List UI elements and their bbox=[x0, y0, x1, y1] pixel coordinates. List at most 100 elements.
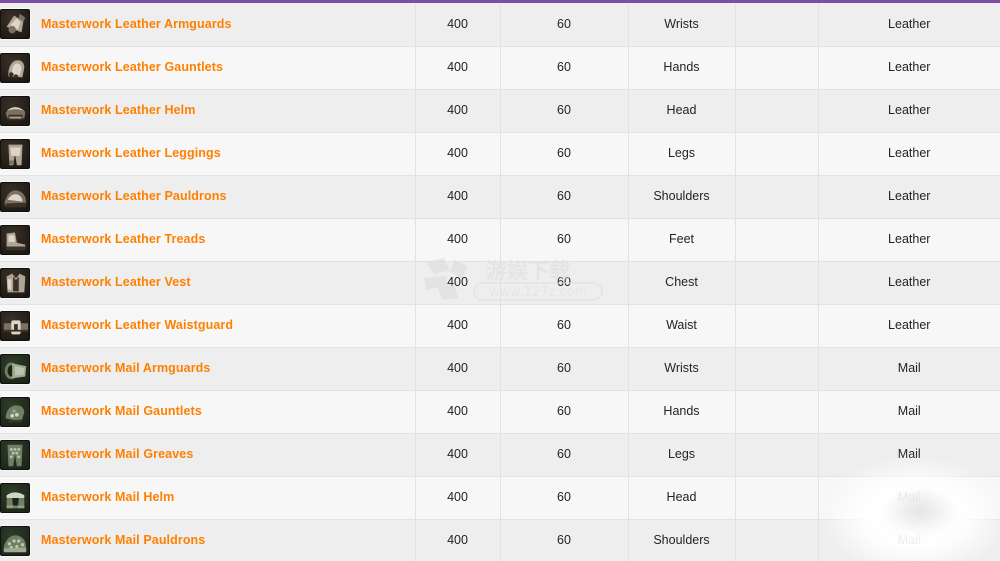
cell-level: 60 bbox=[500, 519, 629, 561]
cell-item-name: Masterwork Leather Pauldrons bbox=[0, 175, 416, 219]
cell-skill: 400 bbox=[415, 89, 501, 133]
leather-waistguard-icon[interactable] bbox=[0, 310, 30, 341]
cell-empty bbox=[735, 89, 819, 133]
table-row: Masterwork Mail Greaves 400 60 Legs Mail bbox=[0, 433, 1000, 477]
cell-slot: Hands bbox=[628, 390, 736, 434]
item-name-link[interactable]: Masterwork Leather Leggings bbox=[41, 146, 221, 161]
cell-empty bbox=[735, 261, 819, 305]
cell-item-name: Masterwork Leather Armguards bbox=[0, 3, 416, 47]
cell-type: Leather bbox=[818, 261, 1000, 305]
cell-type: Mail bbox=[818, 519, 1000, 561]
cell-slot: Chest bbox=[628, 261, 736, 305]
cell-empty bbox=[735, 132, 819, 176]
item-name-link[interactable]: Masterwork Mail Greaves bbox=[41, 447, 193, 462]
cell-empty bbox=[735, 476, 819, 520]
cell-level: 60 bbox=[500, 46, 629, 90]
leather-treads-icon[interactable] bbox=[0, 224, 30, 255]
item-name-link[interactable]: Masterwork Mail Gauntlets bbox=[41, 404, 202, 419]
mail-gauntlets-icon[interactable] bbox=[0, 396, 30, 427]
item-name-link[interactable]: Masterwork Mail Helm bbox=[41, 490, 174, 505]
cell-skill: 400 bbox=[415, 175, 501, 219]
cell-skill: 400 bbox=[415, 3, 501, 47]
item-name-link[interactable]: Masterwork Leather Helm bbox=[41, 103, 195, 118]
mail-armguards-icon[interactable] bbox=[0, 353, 30, 384]
cell-item-name: Masterwork Leather Vest bbox=[0, 261, 416, 305]
cell-level: 60 bbox=[500, 347, 629, 391]
cell-level: 60 bbox=[500, 3, 629, 47]
cell-slot: Legs bbox=[628, 433, 736, 477]
cell-slot: Legs bbox=[628, 132, 736, 176]
table-row: Masterwork Leather Treads 400 60 Feet Leathe… bbox=[0, 218, 1000, 262]
item-name-link[interactable]: Masterwork Leather Vest bbox=[41, 275, 191, 290]
table-row: Masterwork Leather Helm 400 60 Head Leather bbox=[0, 89, 1000, 133]
cell-item-name: Masterwork Mail Armguards bbox=[0, 347, 416, 391]
cell-skill: 400 bbox=[415, 476, 501, 520]
item-name-link[interactable]: Masterwork Leather Waistguard bbox=[41, 318, 233, 333]
item-table-page: Masterwork Leather Armguards 400 60 Wrists L… bbox=[0, 0, 1000, 561]
table-row: Masterwork Mail Pauldrons 400 60 Shoulders M… bbox=[0, 519, 1000, 561]
top-accent-rule bbox=[0, 0, 1000, 3]
cell-skill: 400 bbox=[415, 46, 501, 90]
cell-item-name: Masterwork Mail Greaves bbox=[0, 433, 416, 477]
leather-gauntlets-icon[interactable] bbox=[0, 52, 30, 83]
table-row: Masterwork Leather Pauldrons 400 60 Shoulde… bbox=[0, 175, 1000, 219]
cell-empty bbox=[735, 175, 819, 219]
cell-item-name: Masterwork Leather Treads bbox=[0, 218, 416, 262]
item-name-link[interactable]: Masterwork Mail Armguards bbox=[41, 361, 210, 376]
cell-item-name: Masterwork Leather Gauntlets bbox=[0, 46, 416, 90]
cell-skill: 400 bbox=[415, 218, 501, 262]
item-name-link[interactable]: Masterwork Leather Armguards bbox=[41, 17, 232, 32]
item-name-link[interactable]: Masterwork Leather Pauldrons bbox=[41, 189, 227, 204]
cell-level: 60 bbox=[500, 175, 629, 219]
cell-type: Leather bbox=[818, 175, 1000, 219]
cell-type: Leather bbox=[818, 304, 1000, 348]
leather-leggings-icon[interactable] bbox=[0, 138, 30, 169]
item-name-link[interactable]: Masterwork Leather Gauntlets bbox=[41, 60, 223, 75]
cell-empty bbox=[735, 3, 819, 47]
cell-skill: 400 bbox=[415, 132, 501, 176]
cell-item-name: Masterwork Mail Helm bbox=[0, 476, 416, 520]
leather-armguards-icon[interactable] bbox=[0, 9, 30, 40]
table-row: Masterwork Leather Leggings 400 60 Legs Leat… bbox=[0, 132, 1000, 176]
cell-empty bbox=[735, 347, 819, 391]
cell-level: 60 bbox=[500, 89, 629, 133]
item-name-link[interactable]: Masterwork Leather Treads bbox=[41, 232, 205, 247]
cell-level: 60 bbox=[500, 390, 629, 434]
cell-level: 60 bbox=[500, 132, 629, 176]
cell-skill: 400 bbox=[415, 261, 501, 305]
cell-empty bbox=[735, 218, 819, 262]
cell-skill: 400 bbox=[415, 304, 501, 348]
mail-helm-icon[interactable] bbox=[0, 482, 30, 513]
cell-skill: 400 bbox=[415, 390, 501, 434]
cell-item-name: Masterwork Leather Waistguard bbox=[0, 304, 416, 348]
cell-slot: Shoulders bbox=[628, 175, 736, 219]
cell-slot: Feet bbox=[628, 218, 736, 262]
table-row: Masterwork Mail Armguards 400 60 Wrists Mail bbox=[0, 347, 1000, 391]
table-body: Masterwork Leather Armguards 400 60 Wrists L… bbox=[0, 3, 1000, 561]
cell-slot: Waist bbox=[628, 304, 736, 348]
cell-slot: Head bbox=[628, 476, 736, 520]
mail-greaves-icon[interactable] bbox=[0, 439, 30, 470]
item-name-link[interactable]: Masterwork Mail Pauldrons bbox=[41, 533, 205, 548]
mail-pauldrons-icon[interactable] bbox=[0, 525, 30, 556]
leather-pauldrons-icon[interactable] bbox=[0, 181, 30, 212]
table-row: Masterwork Leather Vest 400 60 Chest Leather bbox=[0, 261, 1000, 305]
cell-type: Mail bbox=[818, 390, 1000, 434]
cell-level: 60 bbox=[500, 476, 629, 520]
cell-empty bbox=[735, 390, 819, 434]
cell-item-name: Masterwork Leather Leggings bbox=[0, 132, 416, 176]
leather-vest-icon[interactable] bbox=[0, 267, 30, 298]
cell-type: Mail bbox=[818, 347, 1000, 391]
cell-item-name: Masterwork Mail Pauldrons bbox=[0, 519, 416, 561]
cell-empty bbox=[735, 304, 819, 348]
cell-type: Leather bbox=[818, 46, 1000, 90]
cell-type: Leather bbox=[818, 3, 1000, 47]
cell-skill: 400 bbox=[415, 519, 501, 561]
table-row: Masterwork Mail Gauntlets 400 60 Hands Mail bbox=[0, 390, 1000, 434]
cell-level: 60 bbox=[500, 304, 629, 348]
cell-level: 60 bbox=[500, 218, 629, 262]
leather-helm-icon[interactable] bbox=[0, 95, 30, 126]
cell-type: Leather bbox=[818, 89, 1000, 133]
cell-empty bbox=[735, 433, 819, 477]
table-row: Masterwork Mail Helm 400 60 Head Mail bbox=[0, 476, 1000, 520]
